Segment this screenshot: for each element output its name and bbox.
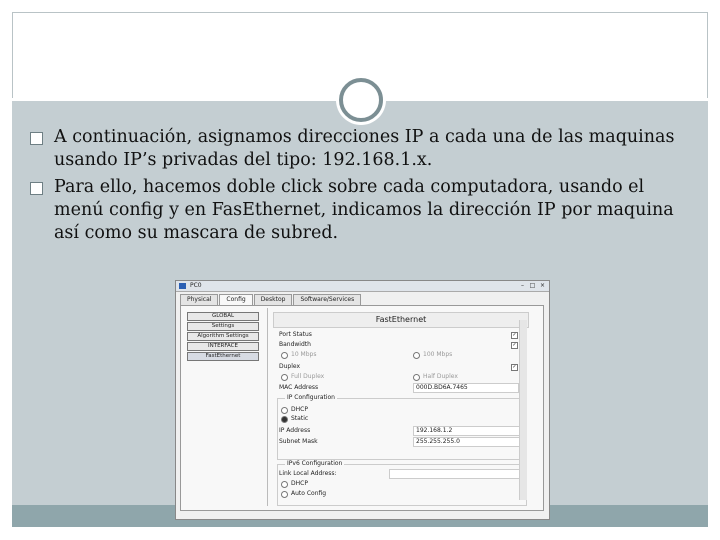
menu-global[interactable]: GLOBAL bbox=[187, 312, 259, 321]
radio-full-duplex[interactable] bbox=[281, 374, 288, 381]
window-titlebar: PC0 – □ × bbox=[176, 281, 549, 292]
port-status-label: Port Status bbox=[279, 331, 312, 338]
dhcp6-label: DHCP bbox=[291, 480, 308, 487]
bandwidth-auto-checkbox[interactable]: ✓ bbox=[511, 342, 518, 349]
menu-settings[interactable]: Settings bbox=[187, 322, 259, 331]
ip-config-title: IP Configuration bbox=[285, 394, 337, 401]
maximize-icon[interactable]: □ bbox=[528, 282, 537, 289]
vertical-scrollbar[interactable] bbox=[519, 320, 527, 500]
port-status-checkbox[interactable]: ✓ bbox=[511, 332, 518, 339]
menu-algorithm-settings[interactable]: Algorithm Settings bbox=[187, 332, 259, 341]
radio-100mbps[interactable] bbox=[413, 352, 420, 359]
subnet-mask-label: Subnet Mask bbox=[279, 438, 318, 445]
panel-separator bbox=[267, 308, 268, 506]
bullet-item: Para ello, hacemos doble click sobre cad… bbox=[30, 176, 690, 245]
mac-field[interactable]: 000D.BD6A.7465 bbox=[413, 383, 519, 393]
dhcp-label: DHCP bbox=[291, 406, 308, 413]
link-local-field[interactable] bbox=[389, 469, 525, 479]
radio-10mbps[interactable] bbox=[281, 352, 288, 359]
bullet-text: A continuación, asignamos direcciones IP… bbox=[54, 127, 675, 170]
ipv6-config-title: IPv6 Configuration bbox=[285, 460, 345, 467]
duplex-auto-checkbox[interactable]: ✓ bbox=[511, 364, 518, 371]
bullet-square-icon bbox=[30, 182, 43, 195]
radio-half-duplex[interactable] bbox=[413, 374, 420, 381]
config-panel: GLOBAL Settings Algorithm Settings INTER… bbox=[180, 305, 544, 511]
bullet-text: Para ello, hacemos doble click sobre cad… bbox=[54, 177, 674, 243]
pc-icon bbox=[179, 283, 186, 289]
section-title: FastEthernet bbox=[273, 312, 529, 328]
static-label: Static bbox=[291, 415, 309, 422]
ring-ornament bbox=[339, 78, 383, 122]
window-title: PC0 bbox=[190, 282, 202, 289]
duplex-label: Duplex bbox=[279, 363, 301, 370]
config-menu: GLOBAL Settings Algorithm Settings INTER… bbox=[187, 312, 259, 362]
link-local-label: Link Local Address: bbox=[279, 470, 337, 477]
radio-dhcp6[interactable] bbox=[281, 481, 288, 488]
close-icon[interactable]: × bbox=[538, 282, 547, 289]
subnet-mask-field[interactable]: 255.255.255.0 bbox=[413, 437, 525, 447]
pc-config-window: PC0 – □ × Physical Config Desktop Softwa… bbox=[175, 280, 550, 520]
ip-address-field[interactable]: 192.168.1.2 bbox=[413, 426, 525, 436]
mac-label: MAC Address bbox=[279, 384, 319, 391]
menu-interface[interactable]: INTERFACE bbox=[187, 342, 259, 351]
fastethernet-settings: FastEthernet Port Status ✓ Bandwidth ✓ 1… bbox=[273, 312, 529, 506]
radio-dhcp[interactable] bbox=[281, 407, 288, 414]
mbps100-label: 100 Mbps bbox=[423, 351, 453, 358]
minimize-icon[interactable]: – bbox=[518, 282, 527, 289]
bandwidth-label: Bandwidth bbox=[279, 341, 311, 348]
tab-bar: Physical Config Desktop Software/Service… bbox=[180, 294, 362, 306]
menu-fastethernet[interactable]: FastEthernet bbox=[187, 352, 259, 361]
tab-software-services[interactable]: Software/Services bbox=[293, 294, 362, 305]
full-duplex-label: Full Duplex bbox=[291, 373, 325, 380]
bullet-item: A continuación, asignamos direcciones IP… bbox=[30, 126, 690, 172]
radio-auto-config[interactable] bbox=[281, 491, 288, 498]
tab-desktop[interactable]: Desktop bbox=[253, 294, 293, 305]
tab-physical[interactable]: Physical bbox=[180, 294, 219, 305]
radio-static[interactable] bbox=[281, 416, 288, 423]
half-duplex-label: Half Duplex bbox=[423, 373, 458, 380]
bullet-list: A continuación, asignamos direcciones IP… bbox=[30, 126, 690, 249]
ip-address-label: IP Address bbox=[279, 427, 311, 434]
bullet-square-icon bbox=[30, 132, 43, 145]
mbps10-label: 10 Mbps bbox=[291, 351, 317, 358]
auto-config-label: Auto Config bbox=[291, 490, 327, 497]
